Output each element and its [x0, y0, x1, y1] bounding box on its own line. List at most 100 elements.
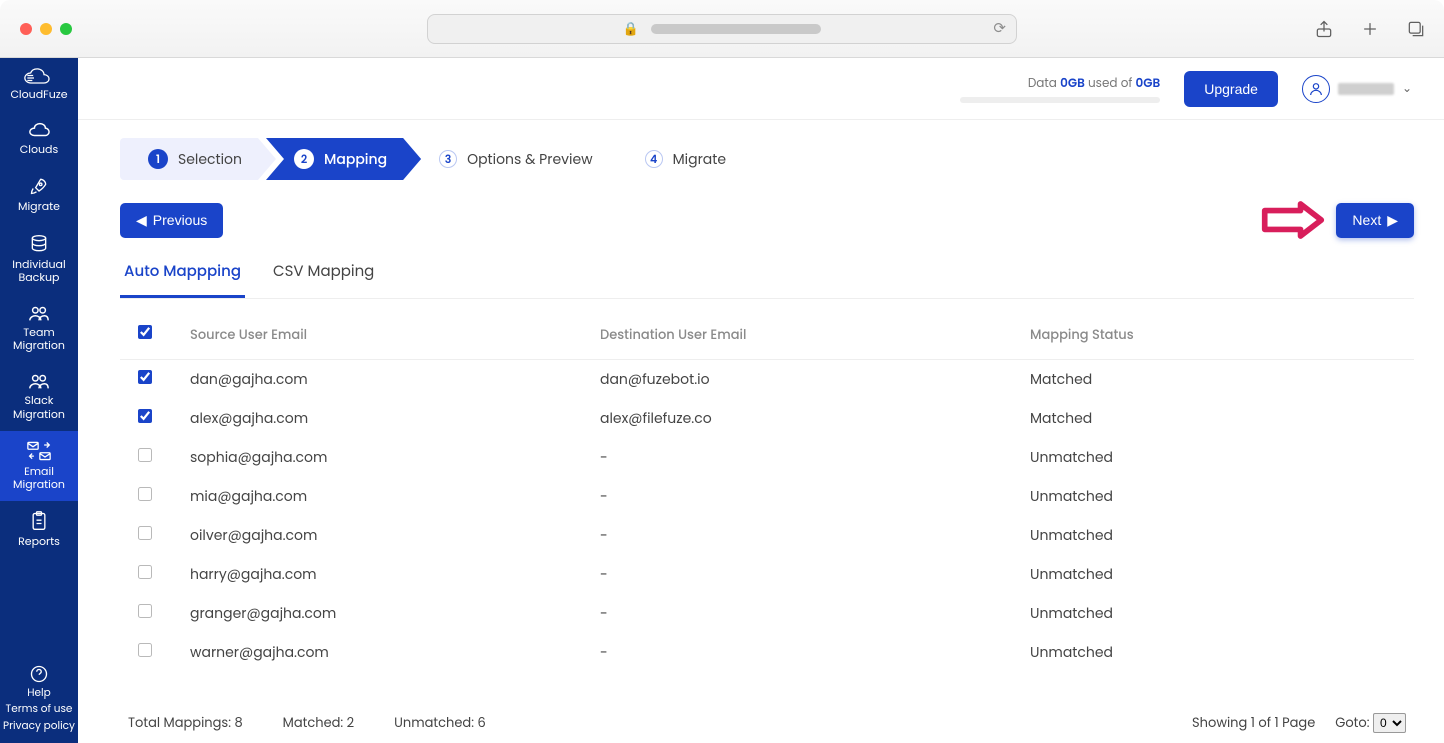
table-row: dan@gajha.comdan@fuzebot.ioMatched — [120, 360, 1414, 400]
data-total-value: 0GB — [1136, 75, 1161, 92]
database-icon — [29, 234, 49, 254]
step-number: 3 — [439, 150, 457, 168]
data-mid: used of — [1085, 75, 1136, 92]
step-migrate[interactable]: 4 Migrate — [617, 138, 760, 180]
table-row: sophia@gajha.com-Unmatched — [120, 438, 1414, 477]
tab-csv-mapping[interactable]: CSV Mapping — [269, 252, 378, 298]
destination-email: - — [590, 438, 1020, 477]
mapping-status: Unmatched — [1020, 516, 1414, 555]
step-label: Mapping — [324, 149, 387, 170]
mapping-table: Source User Email Destination User Email… — [120, 311, 1414, 672]
clipboard-icon — [30, 511, 48, 531]
email-transfer-icon — [27, 441, 51, 461]
row-checkbox[interactable] — [138, 604, 152, 618]
step-selection[interactable]: 1 Selection — [120, 138, 276, 180]
maximize-window[interactable] — [60, 23, 72, 35]
step-mapping[interactable]: 2 Mapping — [266, 138, 421, 180]
destination-email: - — [590, 594, 1020, 633]
window-controls — [20, 23, 72, 35]
mapping-status: Unmatched — [1020, 477, 1414, 516]
previous-button[interactable]: ◀ Previous — [120, 203, 223, 238]
table-row: warner@gajha.com-Unmatched — [120, 633, 1414, 672]
table-header-row: Source User Email Destination User Email… — [120, 311, 1414, 360]
chevron-left-icon: ◀ — [136, 212, 147, 229]
sidebar-item-individual-backup[interactable]: Individual Backup — [0, 224, 78, 294]
source-email: warner@gajha.com — [180, 633, 590, 672]
privacy-link[interactable]: Privacy policy — [2, 718, 76, 735]
sidebar-item-label: Migrate — [2, 200, 76, 213]
data-usage-bar — [960, 97, 1160, 103]
topbar: Data 0GB used of 0GB Upgrade ⌄ — [78, 58, 1444, 120]
sidebar-item-reports[interactable]: Reports — [0, 501, 78, 558]
sidebar-item-label: Slack Migration — [2, 394, 76, 420]
previous-label: Previous — [153, 212, 207, 228]
user-menu[interactable]: ⌄ — [1302, 75, 1412, 103]
wizard-steps: 1 Selection 2 Mapping 3 Options & Previe… — [120, 138, 1414, 180]
help-icon[interactable] — [30, 665, 48, 683]
close-window[interactable] — [20, 23, 32, 35]
table-row: harry@gajha.com-Unmatched — [120, 555, 1414, 594]
mapping-status: Matched — [1020, 360, 1414, 400]
browser-toolbar-right — [1314, 19, 1426, 39]
sidebar-item-team-migration[interactable]: Team Migration — [0, 294, 78, 362]
help-link[interactable]: Help — [2, 685, 76, 702]
source-email: granger@gajha.com — [180, 594, 590, 633]
sidebar-item-slack-migration[interactable]: Slack Migration — [0, 362, 78, 430]
row-checkbox[interactable] — [138, 487, 152, 501]
mapping-status: Unmatched — [1020, 594, 1414, 633]
upgrade-button[interactable]: Upgrade — [1184, 71, 1278, 107]
sidebar-item-email-migration[interactable]: Email Migration — [0, 431, 78, 501]
row-checkbox[interactable] — [138, 643, 152, 657]
sidebar-footer: Help Terms of use Privacy policy — [0, 659, 78, 743]
mapping-status: Matched — [1020, 399, 1414, 438]
cloud-icon — [28, 121, 50, 139]
step-number: 2 — [294, 149, 314, 169]
minimize-window[interactable] — [40, 23, 52, 35]
new-tab-icon[interactable] — [1360, 19, 1380, 39]
mapping-tabs: Auto Mappping CSV Mapping — [120, 252, 1414, 299]
row-checkbox[interactable] — [138, 409, 152, 423]
sidebar-item-label: Clouds — [2, 143, 76, 156]
terms-link[interactable]: Terms of use — [2, 701, 76, 718]
brand-label: CloudFuze — [2, 88, 76, 101]
destination-email: - — [590, 477, 1020, 516]
unmatched-count: Unmatched: 6 — [394, 713, 486, 733]
source-email: sophia@gajha.com — [180, 438, 590, 477]
brand-logo[interactable]: CloudFuze — [0, 58, 78, 111]
row-checkbox[interactable] — [138, 448, 152, 462]
step-label: Migrate — [673, 149, 726, 170]
data-prefix: Data — [1028, 75, 1060, 92]
col-status: Mapping Status — [1020, 311, 1414, 360]
team-icon — [28, 304, 50, 322]
row-checkbox[interactable] — [138, 526, 152, 540]
cloudfuze-logo-icon — [22, 68, 56, 88]
step-options-preview[interactable]: 3 Options & Preview — [411, 138, 627, 180]
address-bar[interactable]: 🔒 ⟳ — [427, 14, 1017, 44]
share-icon[interactable] — [1314, 19, 1334, 39]
team-alt-icon — [28, 372, 50, 390]
reload-icon[interactable]: ⟳ — [993, 17, 1006, 40]
col-destination: Destination User Email — [590, 311, 1020, 360]
row-checkbox[interactable] — [138, 565, 152, 579]
goto-control: Goto: 0 — [1335, 713, 1406, 733]
footer-stats: Total Mappings: 8 Matched: 2 Unmatched: … — [120, 696, 1414, 743]
table-row: oilver@gajha.com-Unmatched — [120, 516, 1414, 555]
table-row: mia@gajha.com-Unmatched — [120, 477, 1414, 516]
data-used-value: 0GB — [1060, 75, 1085, 92]
user-name-obscured — [1338, 83, 1394, 95]
matched-count: Matched: 2 — [283, 713, 355, 733]
next-button[interactable]: Next ▶ — [1336, 203, 1414, 238]
destination-email: alex@filefuze.co — [590, 399, 1020, 438]
source-email: oilver@gajha.com — [180, 516, 590, 555]
col-source: Source User Email — [180, 311, 590, 360]
sidebar-item-migrate[interactable]: Migrate — [0, 166, 78, 223]
tab-auto-mapping[interactable]: Auto Mappping — [120, 252, 245, 298]
row-checkbox[interactable] — [138, 370, 152, 384]
next-label: Next — [1352, 212, 1381, 228]
goto-select[interactable]: 0 — [1373, 713, 1406, 733]
destination-email: - — [590, 516, 1020, 555]
select-all-checkbox[interactable] — [138, 325, 152, 339]
sidebar-item-clouds[interactable]: Clouds — [0, 111, 78, 166]
tab-overview-icon[interactable] — [1406, 19, 1426, 39]
sidebar-item-label: Individual Backup — [2, 258, 76, 284]
